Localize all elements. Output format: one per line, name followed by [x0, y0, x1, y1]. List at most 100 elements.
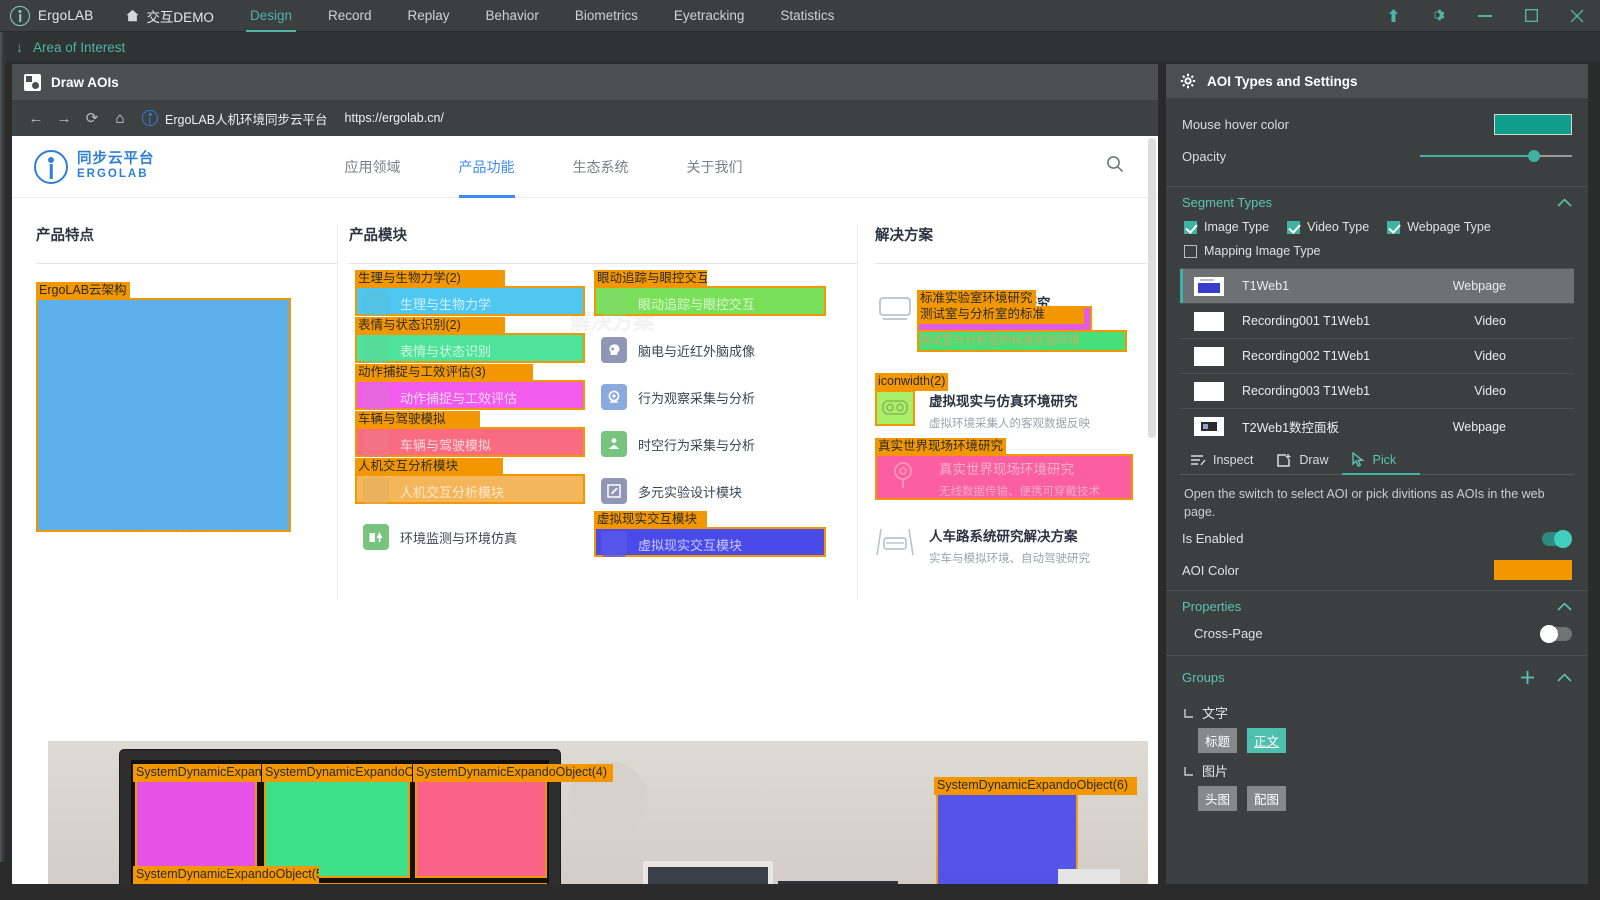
address-bar[interactable]: ErgoLAB人机环境同步云平台 https://ergolab.cn/	[142, 109, 444, 128]
module-row-3[interactable]: 动作捕捉与工效评估	[363, 383, 517, 411]
chevron-up-icon[interactable]	[1557, 673, 1572, 682]
page-columns: 产品特点 ErgoLAB云架构 ErgoLAB云架构技术 云管理、云设计、云协作	[12, 198, 1158, 600]
module-label: 行为观察采集与分析	[638, 388, 755, 407]
chip-body[interactable]: 正文	[1247, 728, 1286, 753]
segment-row-recording001[interactable]: Recording001 T1Web1 Video	[1180, 304, 1574, 339]
segment-type-checkboxes-2: Mapping Image Type	[1166, 234, 1588, 258]
forward-icon[interactable]: →	[50, 104, 78, 132]
solution-vr[interactable]: 虚拟现实与仿真环境研究 虚拟环境采集人的客观数据反映	[875, 390, 1155, 431]
cross-page-toggle[interactable]	[1542, 627, 1572, 641]
site-nav-ecosystem[interactable]: 生态系统	[573, 136, 629, 198]
segment-row-t2web1[interactable]: T2Web1数控面板 Webpage	[1180, 409, 1574, 444]
module-label: 环境监测与环境仿真	[400, 528, 517, 547]
project-demo[interactable]: 交互DEMO	[107, 6, 232, 26]
checkbox-mapping-image-type[interactable]: Mapping Image Type	[1184, 244, 1321, 258]
module-row-geo[interactable]: 时空行为采集与分析	[601, 430, 755, 458]
draw-aois-title: Draw AOIs	[51, 75, 119, 90]
lab-icon	[875, 292, 915, 326]
eye-icon	[601, 290, 627, 316]
chip-title[interactable]: 标题	[1198, 728, 1237, 753]
chat-button[interactable]	[1058, 869, 1120, 884]
gear-icon[interactable]	[1416, 0, 1462, 32]
chevron-down-icon[interactable]: ↓	[16, 39, 23, 55]
tab-biometrics[interactable]: Biometrics	[557, 0, 656, 32]
module-row-2[interactable]: 表情与状态识别	[363, 336, 491, 364]
home-icon[interactable]: ⌂	[106, 104, 134, 132]
module-row-environment[interactable]: 环境监测与环境仿真	[363, 523, 517, 551]
solution-field[interactable]: 真实世界现场环境研究 无线数据传输、便携可穿戴技术	[885, 458, 1145, 499]
tab-pick[interactable]: Pick	[1342, 452, 1410, 474]
solution-vehicle[interactable]: 人车路系统研究解决方案 实车与模拟环境、自动驾驶研究	[875, 525, 1155, 566]
mouse-hover-color-swatch[interactable]	[1494, 114, 1572, 135]
tab-draw[interactable]: Draw	[1267, 453, 1342, 474]
tab-behavior[interactable]: Behavior	[468, 0, 557, 32]
module-row-eye[interactable]: 眼动追踪与眼控交互	[601, 289, 755, 317]
tab-statistics[interactable]: Statistics	[762, 0, 852, 32]
module-row-5[interactable]: 人机交互分析模块	[363, 477, 504, 505]
solution-desc: 虚拟环境采集人的客观数据反映	[929, 415, 1090, 431]
checkbox-image-type[interactable]: Image Type	[1184, 220, 1269, 234]
plus-icon[interactable]	[1520, 670, 1535, 685]
close-icon[interactable]	[1554, 0, 1600, 32]
checkbox-icon	[1287, 221, 1300, 234]
page-title: ErgoLAB人机环境同步云平台	[165, 109, 328, 128]
chevron-up-icon[interactable]	[1557, 602, 1572, 611]
checkbox-webpage-type[interactable]: Webpage Type	[1387, 220, 1491, 234]
browser-toolbar: ← → ⟳ ⌂ ErgoLAB人机环境同步云平台 https://ergolab…	[12, 100, 1158, 136]
segment-thumbnail	[1194, 347, 1224, 366]
group-image[interactable]: 图片	[1184, 761, 1572, 780]
module-label: 生理与生物力学	[400, 294, 491, 313]
motion-capture-icon	[363, 384, 389, 410]
module-label: 时空行为采集与分析	[638, 435, 755, 454]
checkbox-video-type[interactable]: Video Type	[1287, 220, 1369, 234]
back-icon[interactable]: ←	[22, 104, 50, 132]
checkbox-label: Webpage Type	[1407, 220, 1491, 234]
chip-support-image[interactable]: 配图	[1247, 786, 1286, 811]
left-rail	[0, 32, 5, 862]
segment-name: Recording001 T1Web1	[1242, 314, 1370, 328]
module-row-design[interactable]: 多元实验设计模块	[601, 477, 742, 505]
upload-icon[interactable]	[1370, 0, 1416, 32]
page-scrollbar[interactable]	[1148, 138, 1156, 438]
site-logo-icon	[34, 150, 68, 184]
page-url: https://ergolab.cn/	[345, 111, 444, 125]
aoi-color-swatch[interactable]	[1494, 560, 1572, 580]
checkbox-label: Video Type	[1307, 220, 1369, 234]
module-row-camera[interactable]: 行为观察采集与分析	[601, 383, 755, 411]
site-nav: 应用领域 产品功能 生态系统 关于我们	[345, 136, 743, 198]
vr-goggles-icon	[882, 399, 908, 417]
group-text[interactable]: 文字	[1184, 703, 1572, 722]
tab-design[interactable]: Design	[232, 0, 310, 32]
chip-hero-image[interactable]: 头图	[1198, 786, 1237, 811]
segment-thumbnail	[1194, 417, 1224, 436]
area-of-interest-label: Area of Interest	[33, 40, 125, 55]
is-enabled-toggle[interactable]	[1542, 532, 1572, 546]
maximize-icon[interactable]	[1508, 0, 1554, 32]
module-row-brain[interactable]: 脑电与近红外脑成像	[601, 336, 755, 364]
site-nav-applications[interactable]: 应用领域	[345, 136, 401, 198]
chevron-up-icon[interactable]	[1557, 198, 1572, 207]
area-of-interest-band: ↓ Area of Interest	[0, 32, 1600, 62]
site-nav-products[interactable]: 产品功能	[459, 136, 515, 198]
reload-icon[interactable]: ⟳	[78, 104, 106, 132]
site-logo[interactable]: 同步云平台 ERGOLAB	[34, 150, 155, 184]
segment-list: T1Web1 Webpage Recording001 T1Web1 Video…	[1180, 268, 1574, 444]
segment-row-recording003[interactable]: Recording003 T1Web1 Video	[1180, 374, 1574, 409]
site-nav-about[interactable]: 关于我们	[687, 136, 743, 198]
opacity-slider[interactable]	[1420, 149, 1572, 163]
module-row-1[interactable]: 生理与生物力学	[363, 289, 491, 317]
search-icon[interactable]	[1106, 155, 1124, 178]
module-row-vr[interactable]: 虚拟现实交互模块	[601, 530, 742, 558]
tab-replay[interactable]: Replay	[390, 0, 468, 32]
minimize-icon[interactable]	[1462, 0, 1508, 32]
tab-record[interactable]: Record	[310, 0, 390, 32]
tab-inspect[interactable]: Inspect	[1180, 453, 1267, 474]
tab-eyetracking[interactable]: Eyetracking	[656, 0, 763, 32]
aoi-label-p5: SystemDynamicExpandoObject(5)	[133, 866, 319, 884]
segment-row-t1web1[interactable]: T1Web1 Webpage	[1180, 269, 1574, 304]
segment-thumbnail	[1194, 312, 1224, 331]
segment-row-recording002[interactable]: Recording002 T1Web1 Video	[1180, 339, 1574, 374]
module-row-4[interactable]: 车辆与驾驶模拟	[363, 430, 491, 458]
segment-name: Recording003 T1Web1	[1242, 384, 1370, 398]
segment-types-header: Segment Types	[1166, 187, 1588, 214]
